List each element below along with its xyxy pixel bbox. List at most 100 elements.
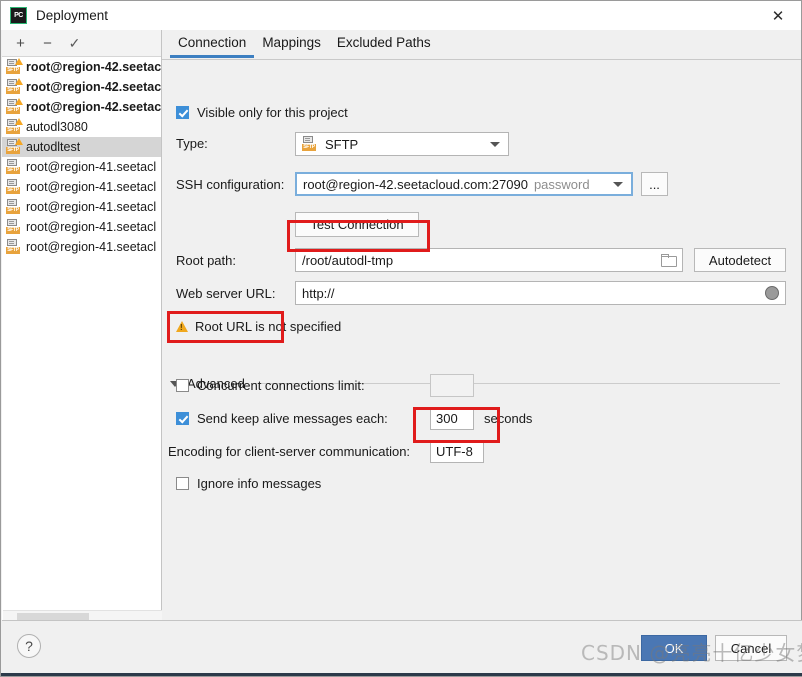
sftp-warning-icon: SFTP [6, 98, 23, 115]
root-url-warning-text: Root URL is not specified [195, 319, 342, 334]
ssh-auth-hint: password [533, 176, 590, 192]
list-toolbar: + − ✓ [2, 30, 161, 57]
list-item-label: root@region-42.seetac [26, 60, 161, 74]
ignore-info-label: Ignore info messages [197, 476, 322, 491]
type-label-wrap: Type: [176, 136, 208, 151]
add-server-button[interactable]: + [8, 32, 33, 55]
help-button[interactable]: ? [17, 634, 41, 658]
encoding-value: UTF-8 [436, 444, 473, 459]
keepalive-value: 300 [436, 411, 458, 426]
ignore-info-row: Ignore info messages [176, 476, 321, 491]
chevron-down-icon [490, 142, 500, 147]
type-select[interactable]: SFTP SFTP [295, 132, 509, 156]
sftp-warning-icon: SFTP [6, 138, 23, 155]
list-item-label: root@region-41.seetacl [26, 220, 157, 234]
encoding-label-wrap: Encoding for client-server communication… [168, 444, 410, 459]
deployment-dialog: PC Deployment ✕ + − ✓ SFTP root@region-42… [0, 0, 802, 677]
keepalive-unit-label: seconds [484, 411, 533, 426]
list-item[interactable]: SFTP root@region-41.seetacl [2, 217, 161, 237]
pycharm-logo-icon: PC [10, 7, 27, 24]
visible-only-label: Visible only for this project [197, 105, 348, 120]
ignore-info-checkbox[interactable] [176, 477, 189, 490]
concurrent-limit-label: Concurrent connections limit: [197, 378, 365, 393]
web-server-url-input[interactable]: http:// [295, 281, 786, 305]
ssh-label-wrap: SSH configuration: [176, 177, 284, 192]
autodetect-button[interactable]: Autodetect [694, 248, 786, 272]
ssh-configuration-browse-button[interactable]: ... [641, 172, 668, 196]
web-server-url-label: Web server URL: [176, 286, 276, 301]
ssh-configuration-value: root@region-42.seetacloud.com:27090 [303, 176, 528, 192]
connection-form: Visible only for this project Type: SFTP… [162, 60, 801, 621]
list-item-label: root@region-41.seetacl [26, 200, 157, 214]
type-label: Type: [176, 136, 208, 151]
warning-icon [176, 321, 188, 332]
list-item[interactable]: SFTP root@region-41.seetacl [2, 237, 161, 257]
tab-mappings[interactable]: Mappings [254, 30, 329, 57]
list-item-label: root@region-41.seetacl [26, 160, 157, 174]
encoding-label: Encoding for client-server communication… [168, 444, 411, 459]
ssh-configuration-select[interactable]: root@region-42.seetacloud.com:27090 pass… [295, 172, 633, 196]
visible-only-checkbox[interactable] [176, 106, 189, 119]
list-item[interactable]: SFTP root@region-42.seetac [2, 97, 161, 117]
close-icon[interactable]: ✕ [755, 1, 801, 30]
sftp-icon: SFTP [302, 136, 318, 152]
list-item-label: autodl3080 [26, 120, 88, 134]
encoding-select[interactable]: UTF-8 [430, 440, 484, 463]
list-item-label: autodltest [26, 140, 81, 154]
ssh-configuration-label: SSH configuration: [176, 177, 285, 192]
list-item[interactable]: SFTP autodltest [2, 137, 161, 157]
root-path-label-wrap: Root path: [176, 253, 236, 268]
set-default-server-button[interactable]: ✓ [62, 32, 87, 55]
list-item[interactable]: SFTP root@region-42.seetac [2, 77, 161, 97]
list-item[interactable]: SFTP root@region-41.seetacl [2, 157, 161, 177]
keepalive-input[interactable]: 300 [430, 407, 474, 430]
ok-button[interactable]: OK [641, 635, 707, 661]
root-path-input[interactable]: /root/autodl-tmp [295, 248, 683, 272]
tab-excluded-paths[interactable]: Excluded Paths [329, 30, 439, 57]
sftp-warning-icon: SFTP [6, 118, 23, 135]
concurrent-limit-checkbox[interactable] [176, 379, 189, 392]
dialog-footer: ? OK Cancel [2, 620, 802, 675]
desktop-taskbar-edge [1, 673, 802, 676]
tab-bar: Connection Mappings Excluded Paths [162, 30, 801, 60]
visible-only-row: Visible only for this project [176, 105, 348, 120]
type-selected-value: SFTP [325, 136, 359, 152]
globe-icon[interactable] [765, 286, 779, 300]
chevron-down-icon [613, 182, 623, 187]
sftp-warning-icon: SFTP [6, 78, 23, 95]
keepalive-row: Send keep alive messages each: [176, 411, 388, 426]
cancel-button[interactable]: Cancel [715, 635, 787, 661]
list-item[interactable]: SFTP root@region-41.seetacl [2, 197, 161, 217]
list-item-label: root@region-42.seetac [26, 80, 161, 94]
sftp-icon: SFTP [6, 219, 22, 235]
root-path-value: /root/autodl-tmp [302, 252, 394, 268]
deployment-list-panel: + − ✓ SFTP root@region-42.seetac SFTP root@… [2, 30, 162, 622]
root-url-warning: Root URL is not specified [176, 319, 341, 334]
keepalive-checkbox[interactable] [176, 412, 189, 425]
server-list[interactable]: SFTP root@region-42.seetac SFTP root@region… [2, 57, 161, 622]
web-url-label-wrap: Web server URL: [176, 286, 275, 301]
list-item-label: root@region-41.seetacl [26, 240, 157, 254]
list-item-label: root@region-42.seetac [26, 100, 161, 114]
sftp-icon: SFTP [6, 239, 22, 255]
root-path-label: Root path: [176, 253, 236, 268]
sftp-icon-tag: SFTP [302, 144, 316, 151]
list-item[interactable]: SFTP root@region-41.seetacl [2, 177, 161, 197]
list-item-label: root@region-41.seetacl [26, 180, 157, 194]
tab-connection[interactable]: Connection [170, 30, 255, 58]
list-item[interactable]: SFTP autodl3080 [2, 117, 161, 137]
sftp-icon: SFTP [6, 159, 22, 175]
remove-server-button[interactable]: − [35, 32, 60, 55]
concurrent-limit-row: Concurrent connections limit: [176, 378, 365, 393]
sftp-icon: SFTP [6, 199, 22, 215]
sftp-icon: SFTP [6, 179, 22, 195]
web-server-url-value: http:// [302, 285, 335, 301]
test-connection-button[interactable]: Test Connection [295, 212, 419, 237]
connection-settings-panel: Connection Mappings Excluded Paths Visible… [162, 30, 801, 622]
title-bar: PC Deployment ✕ [1, 1, 801, 30]
sftp-warning-icon: SFTP [6, 58, 23, 75]
list-item[interactable]: SFTP root@region-42.seetac [2, 57, 161, 77]
page-title: Deployment [36, 8, 109, 23]
concurrent-limit-input[interactable] [430, 374, 474, 397]
folder-icon[interactable] [661, 254, 677, 267]
